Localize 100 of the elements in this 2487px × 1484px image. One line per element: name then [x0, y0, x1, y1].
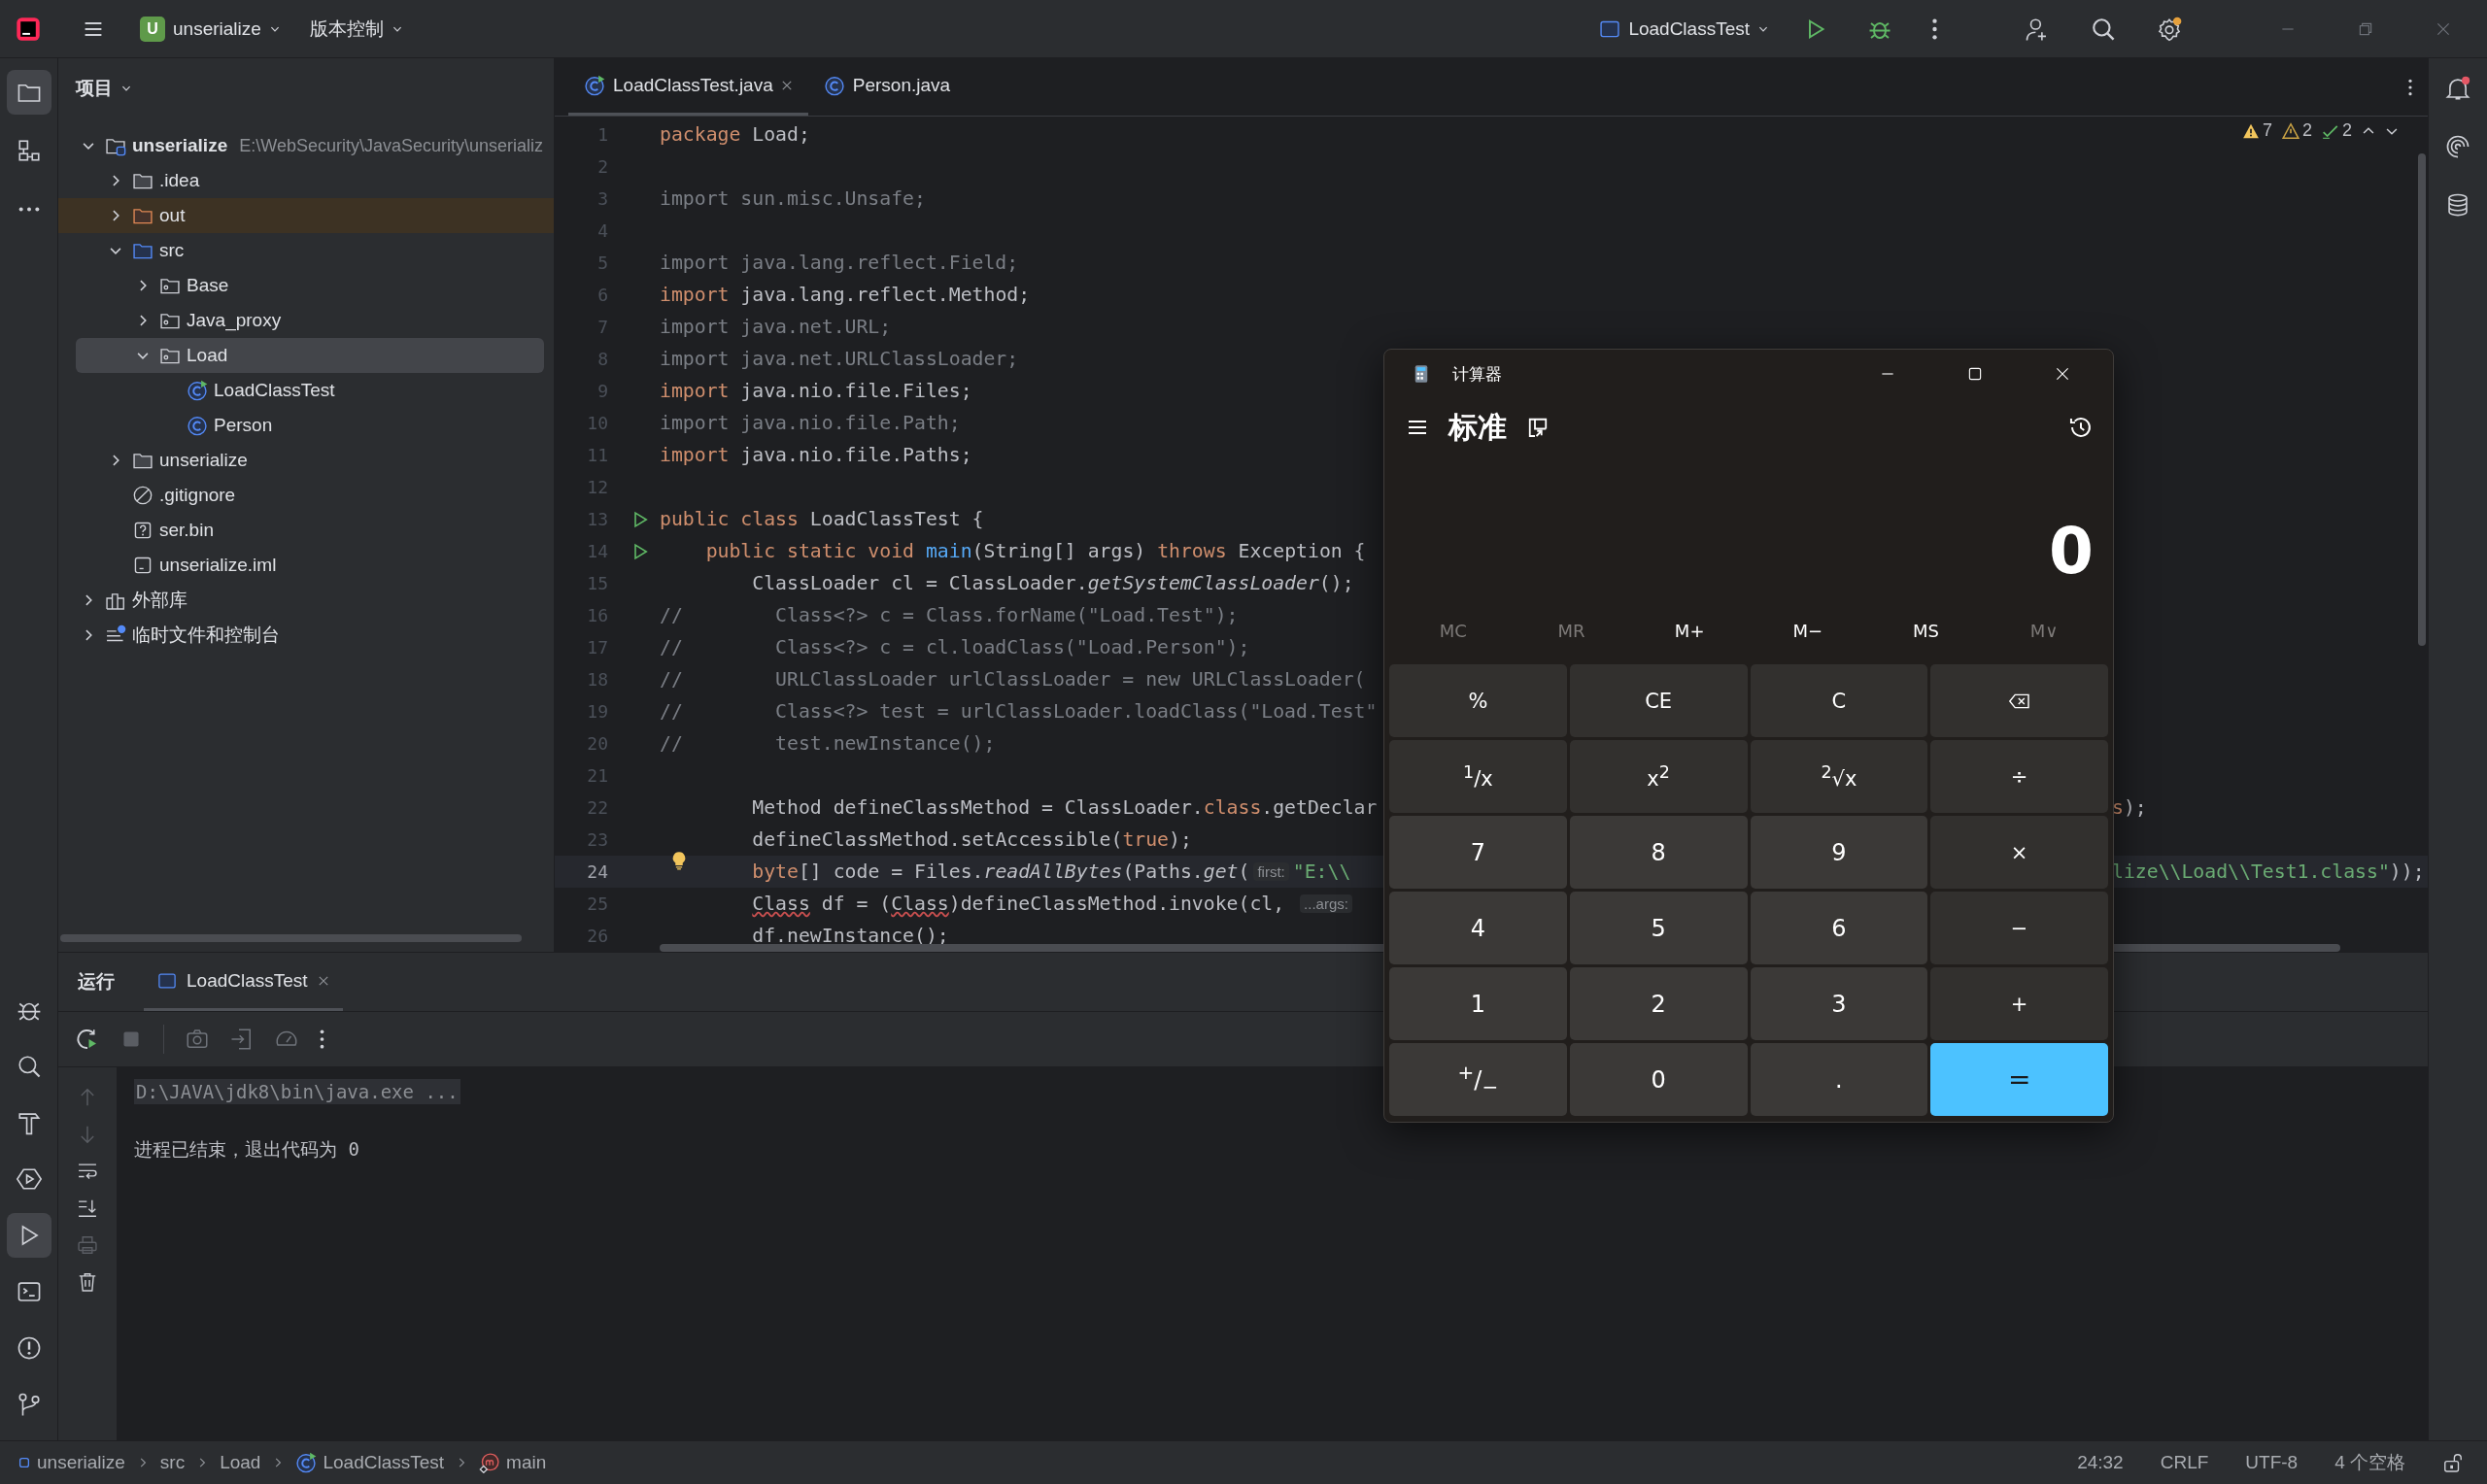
database-icon[interactable] — [2445, 192, 2470, 218]
tree-item[interactable]: 临时文件和控制台 — [76, 618, 544, 653]
breadcrumb-item[interactable]: LoadClassTest — [295, 1452, 445, 1473]
scroll-to-end-icon[interactable] — [77, 1197, 98, 1219]
lock-icon[interactable] — [2442, 1452, 2464, 1473]
calculator-key[interactable]: 2 — [1569, 967, 1748, 1040]
status-item[interactable]: 4 个空格 — [2334, 1450, 2405, 1475]
rerun-icon[interactable] — [76, 1028, 99, 1051]
breadcrumb-item[interactable]: unserialize — [17, 1452, 125, 1473]
calculator-key[interactable]: × — [1930, 816, 2108, 889]
calculator-key[interactable]: $^{+}$/$_{−}$ — [1389, 1043, 1567, 1116]
code-token: import — [660, 284, 730, 306]
camera-icon[interactable] — [186, 1028, 209, 1051]
structure-icon — [16, 138, 42, 163]
calculator-key[interactable]: ÷ — [1930, 740, 2108, 813]
run-tab[interactable]: LoadClassTest — [144, 953, 343, 1011]
settings-icon[interactable] — [2157, 16, 2182, 42]
editor-tab[interactable]: Person.java — [807, 58, 967, 116]
calculator-key[interactable]: 8 — [1569, 816, 1748, 889]
more-icon[interactable] — [2408, 78, 2412, 96]
editor-tab[interactable]: LoadClassTest.java — [568, 58, 808, 116]
calculator-key[interactable]: 1 — [1389, 967, 1567, 1040]
close-icon[interactable] — [2054, 365, 2071, 383]
calculator-key[interactable]: $^{1}$/x — [1389, 740, 1567, 813]
calculator-key[interactable]: 9 — [1750, 816, 1928, 889]
breadcrumb-item[interactable]: main — [479, 1452, 547, 1473]
calculator-key[interactable]: 5 — [1569, 892, 1748, 964]
code-token: import — [660, 380, 730, 402]
tree-item[interactable]: Load — [76, 338, 544, 373]
tree-item[interactable]: unserialize E:\WebSecurity\JavaSecurity\unserializ — [76, 128, 544, 163]
calculator-key[interactable]: CE — [1569, 664, 1748, 737]
status-item[interactable]: 24:32 — [2077, 1452, 2124, 1473]
calculator-key[interactable]: $^{2}$√x — [1750, 740, 1928, 813]
calculator-key[interactable]: 3 — [1750, 967, 1928, 1040]
breadcrumb-item[interactable]: Load — [220, 1452, 261, 1473]
status-item[interactable]: UTF-8 — [2245, 1452, 2299, 1473]
calculator-key[interactable]: 4 — [1389, 892, 1567, 964]
tree-item[interactable]: LoadClassTest — [76, 373, 544, 408]
calculator-key[interactable]: 7 — [1389, 816, 1567, 889]
breadcrumb-item[interactable]: src — [159, 1452, 186, 1473]
bell-icon[interactable] — [2445, 76, 2470, 101]
calculator-key[interactable]: . — [1750, 1043, 1928, 1116]
calculator-key[interactable]: = — [1930, 1043, 2108, 1116]
tree-item[interactable]: src — [76, 233, 544, 268]
calculator-key[interactable]: 0 — [1569, 1043, 1748, 1116]
calculator-key[interactable]: x$^{2}$ — [1569, 740, 1748, 813]
tree-item[interactable]: .idea — [76, 163, 544, 198]
memory-button[interactable]: MS — [1866, 619, 1986, 642]
tool-window-button[interactable] — [6, 1213, 51, 1258]
project-view-selector[interactable]: 项目 — [58, 58, 554, 118]
tree-item[interactable]: .gitignore — [76, 478, 544, 513]
tree-item[interactable]: out — [58, 198, 554, 233]
file-icon — [187, 380, 208, 401]
more-icon[interactable] — [1932, 17, 1937, 40]
trash-icon[interactable] — [77, 1271, 98, 1293]
window-icon — [157, 970, 177, 991]
calculator-key[interactable]: 6 — [1750, 892, 1928, 964]
tree-item[interactable]: Base — [76, 268, 544, 303]
code-token: import java.net.URL; — [660, 316, 892, 338]
inspection-count[interactable]: 2 — [2322, 120, 2352, 141]
maximize-icon[interactable] — [1966, 365, 1984, 383]
tree-item[interactable]: unserialize.iml — [76, 548, 544, 583]
code-token: LoadClassTest { — [809, 508, 984, 530]
calculator-key[interactable]: + — [1930, 967, 2108, 1040]
memory-button[interactable]: M− — [1749, 619, 1867, 642]
run-configuration[interactable]: LoadClassTest — [1593, 14, 1775, 44]
more-icon[interactable] — [320, 1029, 324, 1049]
wrap-icon[interactable] — [77, 1161, 98, 1182]
scrollbar-thumb[interactable] — [2418, 153, 2426, 646]
tree-item[interactable]: Person — [76, 408, 544, 443]
history-icon[interactable] — [2068, 415, 2094, 440]
calculator-key[interactable]: − — [1930, 892, 2108, 964]
vcs-menu[interactable]: 版本控制 — [303, 12, 409, 46]
memory-button[interactable]: M+ — [1630, 619, 1749, 642]
calculator-key[interactable]: % — [1389, 664, 1567, 737]
search-icon[interactable] — [2091, 16, 2116, 42]
tree-item[interactable]: 外部库 — [76, 583, 544, 618]
status-item[interactable]: CRLF — [2160, 1452, 2209, 1473]
code-token: get — [1203, 860, 1239, 883]
scrollbar-thumb[interactable] — [60, 934, 522, 942]
code-token: import java.lang.reflect.Field; — [660, 252, 1019, 274]
tree-item[interactable]: ser.bin — [76, 513, 544, 548]
inspection-count[interactable]: 2 — [2281, 120, 2312, 141]
code-token: Class — [891, 893, 949, 915]
exit-icon[interactable] — [230, 1028, 254, 1051]
spiral-icon[interactable] — [2445, 134, 2470, 159]
code-token: // Class<?> c = Class.forName("Load.Test"); — [660, 604, 1239, 626]
calculator-key[interactable]: C — [1750, 664, 1928, 737]
project-path: E:\WebSecurity\JavaSecurity\unserializ — [239, 135, 543, 156]
code-token: import java.nio.file.Path; — [660, 412, 961, 434]
keep-on-top-icon[interactable] — [1526, 416, 1550, 439]
app-logo-icon[interactable] — [16, 16, 41, 42]
project-switcher[interactable]: U unserialize — [134, 12, 287, 46]
tree-item[interactable]: unserialize — [76, 443, 544, 478]
code-token: byte — [752, 860, 799, 883]
tool-window-button[interactable] — [6, 70, 51, 115]
code-token: s — [2112, 796, 2124, 819]
code-token: (Paths. — [1122, 860, 1204, 883]
inspection-count[interactable]: 7 — [2241, 120, 2272, 141]
tree-item[interactable]: Java_proxy — [76, 303, 544, 338]
